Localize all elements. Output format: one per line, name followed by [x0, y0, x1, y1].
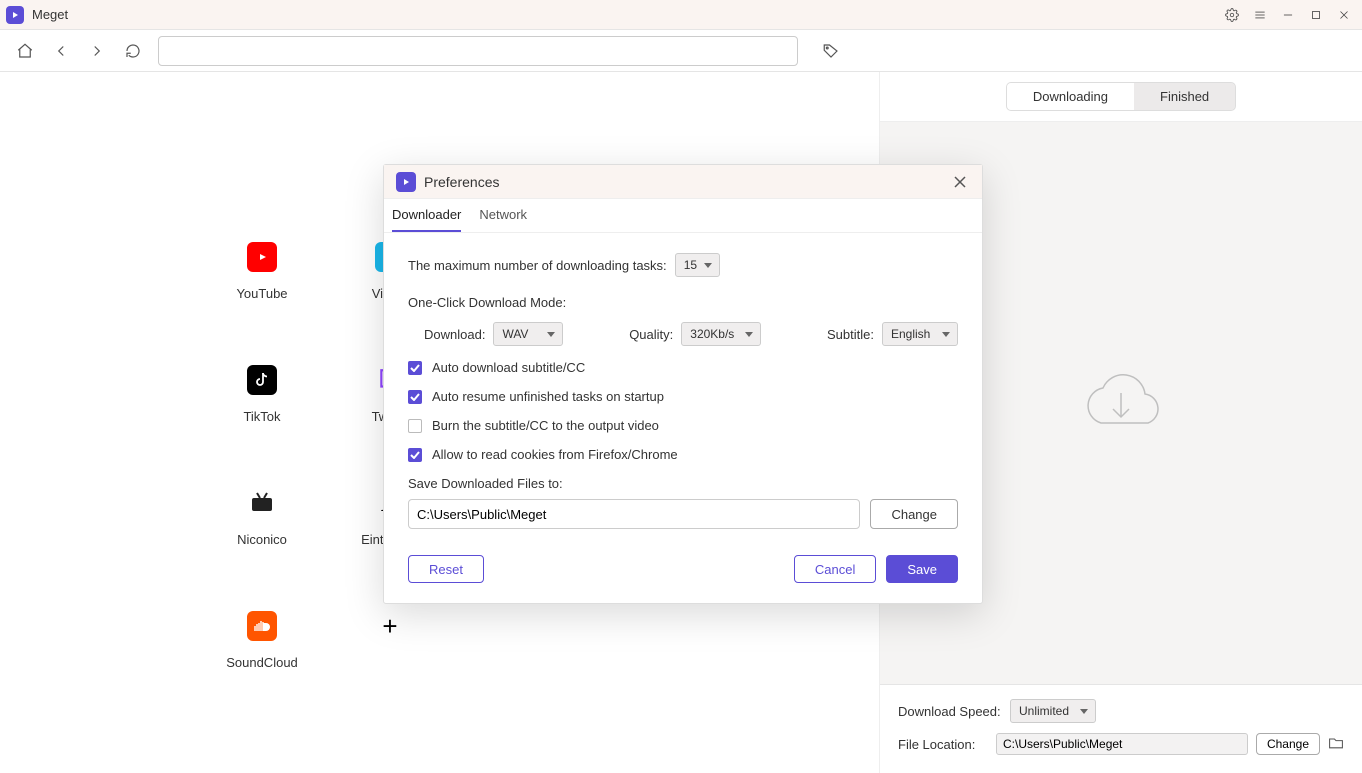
preferences-dialog: Preferences Downloader Network The maxim…: [383, 164, 983, 604]
app-logo-icon: [396, 172, 416, 192]
speed-label: Download Speed:: [898, 704, 1002, 719]
cloud-download-icon: [1071, 363, 1171, 443]
bottom-panel: Download Speed: Unlimited File Location:…: [880, 684, 1362, 773]
maximize-icon[interactable]: [1304, 3, 1328, 27]
subtitle-value: English: [891, 327, 930, 341]
tab-downloading[interactable]: Downloading: [1007, 83, 1134, 110]
tab-network[interactable]: Network: [479, 199, 527, 232]
reload-icon[interactable]: [122, 40, 144, 62]
site-niconico[interactable]: Niconico: [198, 488, 326, 547]
soundcloud-icon: [247, 611, 277, 641]
download-label: Download:: [424, 327, 485, 342]
subtitle-label: Subtitle:: [827, 327, 874, 342]
site-add[interactable]: +: [326, 611, 454, 670]
folder-icon[interactable]: [1328, 736, 1344, 753]
site-label: Niconico: [198, 532, 326, 547]
checkbox-label: Burn the subtitle/CC to the output video: [432, 418, 659, 433]
download-format-select[interactable]: WAV: [493, 322, 563, 346]
download-format-value: WAV: [502, 327, 528, 341]
save-path-input[interactable]: [408, 499, 860, 529]
checkbox-label: Auto resume unfinished tasks on startup: [432, 389, 664, 404]
niconico-icon: [247, 488, 277, 518]
titlebar: Meget: [0, 0, 1362, 30]
quality-select[interactable]: 320Kb/s: [681, 322, 761, 346]
close-icon[interactable]: [1332, 3, 1356, 27]
app-logo: [6, 6, 24, 24]
quality-label: Quality:: [629, 327, 673, 342]
gear-icon[interactable]: [1220, 3, 1244, 27]
speed-value: Unlimited: [1019, 704, 1069, 718]
location-input[interactable]: [996, 733, 1248, 755]
url-input[interactable]: [158, 36, 798, 66]
checkbox-auto-resume[interactable]: [408, 390, 422, 404]
site-label: TikTok: [198, 409, 326, 424]
checkbox-read-cookies[interactable]: [408, 448, 422, 462]
cancel-button[interactable]: Cancel: [794, 555, 876, 583]
tab-downloader[interactable]: Downloader: [392, 199, 461, 232]
location-label: File Location:: [898, 737, 988, 752]
site-label: SoundCloud: [198, 655, 326, 670]
site-soundcloud[interactable]: SoundCloud: [198, 611, 326, 670]
save-to-label: Save Downloaded Files to:: [408, 476, 958, 491]
max-tasks-value: 15: [684, 258, 697, 272]
tag-icon[interactable]: [820, 40, 842, 62]
tiktok-icon: [247, 365, 277, 395]
download-tabs: Downloading Finished: [1006, 82, 1236, 111]
forward-icon[interactable]: [86, 40, 108, 62]
checkbox-label: Allow to read cookies from Firefox/Chrom…: [432, 447, 678, 462]
subtitle-select[interactable]: English: [882, 322, 958, 346]
oneclick-heading: One-Click Download Mode:: [408, 295, 958, 310]
max-tasks-select[interactable]: 15: [675, 253, 720, 277]
site-tiktok[interactable]: TikTok: [198, 365, 326, 424]
max-tasks-label: The maximum number of downloading tasks:: [408, 258, 667, 273]
quality-value: 320Kb/s: [690, 327, 734, 341]
checkbox-burn-subtitle[interactable]: [408, 419, 422, 433]
reset-button[interactable]: Reset: [408, 555, 484, 583]
app-title: Meget: [32, 7, 68, 22]
menu-icon[interactable]: [1248, 3, 1272, 27]
site-label: YouTube: [198, 286, 326, 301]
change-button[interactable]: Change: [870, 499, 958, 529]
dialog-title: Preferences: [424, 174, 499, 190]
speed-select[interactable]: Unlimited: [1010, 699, 1096, 723]
save-button[interactable]: Save: [886, 555, 958, 583]
home-icon[interactable]: [14, 40, 36, 62]
plus-icon: +: [375, 611, 405, 641]
toolbar: [0, 30, 1362, 72]
site-youtube[interactable]: YouTube: [198, 242, 326, 301]
minimize-icon[interactable]: [1276, 3, 1300, 27]
checkbox-label: Auto download subtitle/CC: [432, 360, 585, 375]
tab-finished[interactable]: Finished: [1134, 83, 1235, 110]
location-change-button[interactable]: Change: [1256, 733, 1320, 755]
youtube-icon: [247, 242, 277, 272]
back-icon[interactable]: [50, 40, 72, 62]
checkbox-auto-subtitle[interactable]: [408, 361, 422, 375]
close-icon[interactable]: [950, 175, 970, 189]
